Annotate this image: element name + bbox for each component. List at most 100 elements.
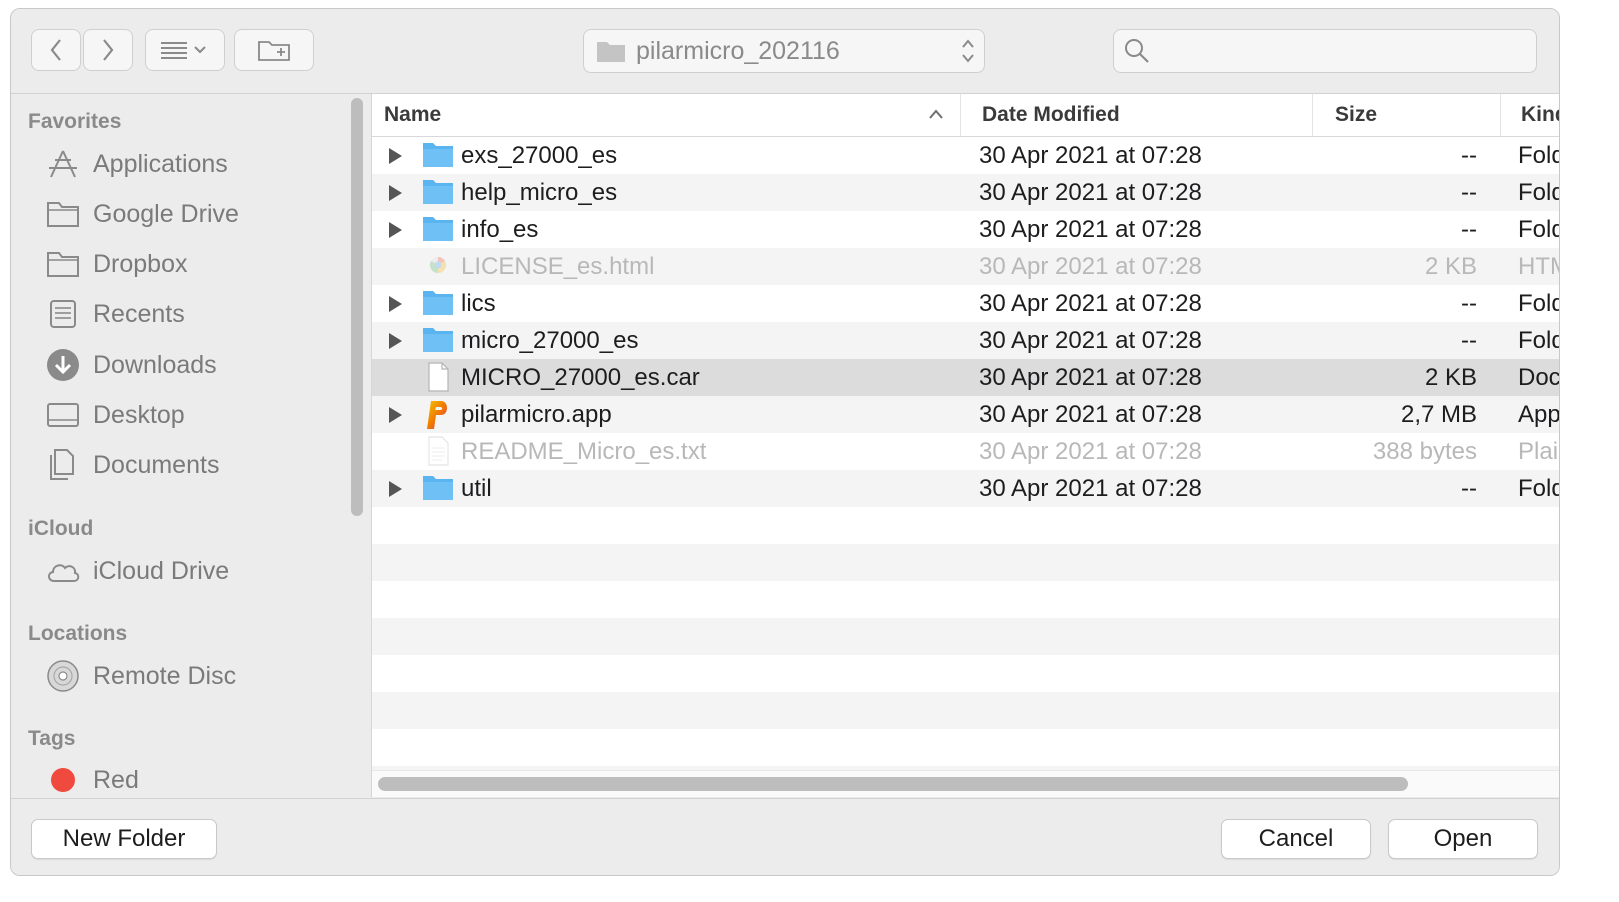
file-kind: Plain Text [1518,437,1559,465]
sidebar-item-label: iCloud Drive [93,556,230,585]
sidebar-item-desktop[interactable]: Desktop [45,397,185,433]
back-button[interactable] [31,29,81,71]
sidebar-item-icloud-drive[interactable]: iCloud Drive [45,553,229,589]
app-icon [422,399,454,430]
folder-icon [422,473,454,504]
disclosure-triangle-icon[interactable] [389,333,402,349]
search-input[interactable] [1158,37,1522,65]
new-folder-button[interactable]: New Folder [31,819,217,859]
column-header-size[interactable]: Size [1313,94,1501,136]
search-icon [1125,39,1149,63]
file-row[interactable]: MICRO_27000_es.car 30 Apr 2021 at 07:28 2 … [372,359,1559,396]
disclosure-triangle-icon[interactable] [389,481,402,497]
folder-icon [422,214,454,245]
disclosure-triangle-icon[interactable] [389,148,402,164]
file-size: -- [1461,326,1477,354]
file-kind: Folder [1518,326,1559,354]
file-date: 30 Apr 2021 at 07:28 [979,326,1202,354]
file-name: pilarmicro.app [461,400,612,428]
new-folder-toolbar-button[interactable] [234,29,314,71]
disclosure-triangle-icon[interactable] [389,407,402,423]
file-size: -- [1461,178,1477,206]
sidebar-item-google-drive[interactable]: Google Drive [45,196,239,232]
column-header-label: Date Modified [982,103,1120,126]
column-header-label: Name [384,103,442,126]
sidebar-scrollbar[interactable] [351,98,363,516]
sidebar-item-downloads[interactable]: Downloads [45,347,217,383]
sidebar: Favorites Applications Google Drive Drop… [11,94,372,797]
file-name: LICENSE_es.html [461,252,655,280]
cancel-button[interactable]: Cancel [1221,819,1371,859]
file-row[interactable]: exs_27000_es 30 Apr 2021 at 07:28 -- Folder [372,137,1559,174]
file-size: -- [1461,289,1477,317]
file-list: Name Date Modified Size Kind exs_27000_e… [372,94,1559,797]
updown-chevron-icon [962,39,974,63]
sidebar-item-dropbox[interactable]: Dropbox [45,246,188,282]
sidebar-section-icloud: iCloud [28,517,94,540]
disclosure-triangle-icon[interactable] [389,296,402,312]
folder-icon [45,196,81,232]
path-popup[interactable]: pilarmicro_202116 [583,29,985,73]
file-date: 30 Apr 2021 at 07:28 [979,252,1202,280]
file-date: 30 Apr 2021 at 07:28 [979,141,1202,169]
disclosure-triangle-icon[interactable] [389,222,402,238]
file-date: 30 Apr 2021 at 07:28 [979,363,1202,391]
horizontal-scrollbar[interactable] [378,777,1408,791]
file-row[interactable]: help_micro_es 30 Apr 2021 at 07:28 -- Folde… [372,174,1559,211]
disc-icon [45,658,81,694]
sidebar-section-favorites: Favorites [28,110,122,133]
file-size: 2 KB [1424,363,1477,391]
file-row[interactable]: micro_27000_es 30 Apr 2021 at 07:28 -- Fold… [372,322,1559,359]
chevron-left-icon [50,39,61,61]
file-date: 30 Apr 2021 at 07:28 [979,437,1202,465]
file-name: info_es [461,215,539,243]
file-name: README_Micro_es.txt [461,437,707,465]
open-file-dialog: pilarmicro_202116 Favorites Applications… [10,8,1560,876]
file-row[interactable]: info_es 30 Apr 2021 at 07:28 -- Folder [372,211,1559,248]
file-row: README_Micro_es.txt 30 Apr 2021 at 07:28 3… [372,433,1559,470]
file-size: 388 bytes [1372,437,1477,465]
empty-row [372,655,1559,692]
sidebar-item-label: Dropbox [93,249,188,278]
file-kind: Application [1518,400,1559,428]
file-row[interactable]: util 30 Apr 2021 at 07:28 -- Folder [372,470,1559,507]
sidebar-item-remote-disc[interactable]: Remote Disc [45,658,236,694]
file-size: -- [1461,141,1477,169]
document-icon [422,362,454,393]
sidebar-item-label: Google Drive [93,199,239,228]
open-button[interactable]: Open [1388,819,1538,859]
disclosure-triangle-icon[interactable] [389,185,402,201]
sidebar-item-tag-red[interactable]: Red [45,762,139,798]
column-header-kind[interactable]: Kind [1501,94,1559,136]
column-header-name[interactable]: Name [372,94,961,136]
sort-ascending-icon [929,109,943,119]
folder-icon [45,246,81,282]
file-date: 30 Apr 2021 at 07:28 [979,215,1202,243]
file-row[interactable]: pilarmicro.app 30 Apr 2021 at 07:28 2,7 MB… [372,396,1559,433]
file-size: 2,7 MB [1400,400,1477,428]
folder-add-icon [258,41,290,61]
file-rows: exs_27000_es 30 Apr 2021 at 07:28 -- Folder… [372,137,1559,797]
file-kind: Folder [1518,474,1559,502]
sidebar-item-recents[interactable]: Recents [45,296,185,332]
view-options-button[interactable] [145,29,225,71]
file-name: lics [461,289,496,317]
cloud-icon [45,553,81,589]
sidebar-item-label: Applications [93,149,228,178]
file-date: 30 Apr 2021 at 07:28 [979,400,1202,428]
column-header-label: Kind [1521,103,1559,126]
documents-icon [45,447,81,483]
folder-icon [597,42,625,62]
sidebar-item-documents[interactable]: Documents [45,447,219,483]
forward-button[interactable] [83,29,133,71]
text-file-icon [422,436,454,467]
search-field[interactable] [1113,29,1537,73]
column-header-row: Name Date Modified Size Kind [372,94,1559,137]
bottom-bar: New Folder Cancel Open [11,798,1559,875]
sidebar-item-applications[interactable]: Applications [45,146,228,182]
column-header-date[interactable]: Date Modified [961,94,1313,136]
file-row[interactable]: lics 30 Apr 2021 at 07:28 -- Folder [372,285,1559,322]
sidebar-item-label: Recents [93,299,185,328]
sidebar-item-label: Downloads [93,350,217,379]
file-kind: Folder [1518,178,1559,206]
